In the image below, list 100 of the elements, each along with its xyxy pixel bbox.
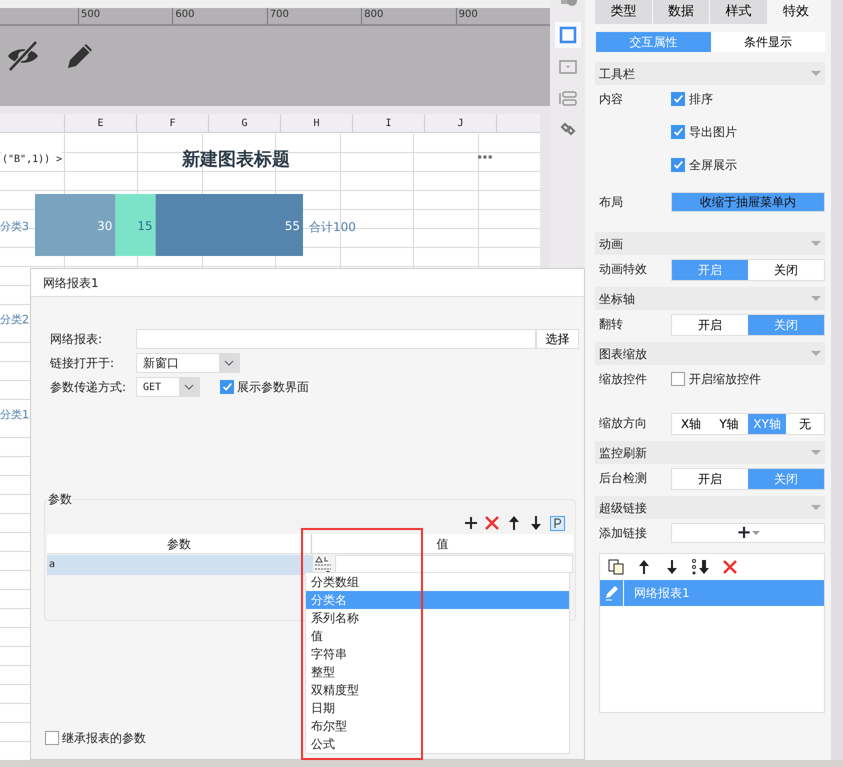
layout-button[interactable]: 收缩于抽屉菜单内 [671,192,825,212]
dropdown-item[interactable]: 双精度型 [306,681,569,699]
section-header[interactable]: 监控刷新 [595,441,825,464]
hidden-eye-icon[interactable] [6,40,40,72]
data-label: 15 [137,219,153,233]
down-arrow-icon[interactable] [664,559,680,575]
collapse-icon[interactable] [811,71,821,76]
dropdown-item[interactable]: 字符串 [306,645,569,663]
axis-label: 分类3 [0,220,29,233]
report-field[interactable] [136,329,536,349]
checkbox[interactable] [671,92,685,106]
caret-icon[interactable] [224,360,234,366]
field-label: 参数传递方式: [50,379,128,396]
choose-button[interactable]: 选择 [536,329,579,349]
move-bottom-icon[interactable] [692,559,710,575]
checkbox-label: 展示参数界面 [237,379,309,396]
ruler-label: 700 [266,8,362,24]
copy-icon[interactable] [608,559,624,575]
column-header[interactable]: E [65,114,137,132]
field-label: 翻转 [598,316,624,333]
tab[interactable]: 条件显示 [710,32,825,52]
checkbox[interactable] [220,380,234,394]
add-icon[interactable] [464,516,478,530]
column-header[interactable]: G [209,114,281,132]
column-header[interactable]: F [137,114,209,132]
dropdown-item[interactable]: 系列名称 [306,609,569,627]
dropdown-item[interactable]: 分类数组 [306,573,569,591]
field-label: 布局 [598,194,624,211]
section-header[interactable]: 超级链接 [595,496,825,519]
up-arrow-icon[interactable] [506,515,522,531]
checkbox-label: 排序 [689,91,713,108]
ruler-label: 500 [78,8,172,24]
tab[interactable]: 数据 [652,0,709,24]
field-label: 动画特效 [598,261,648,278]
dropdown-item[interactable]: 值 [306,627,569,645]
open-select[interactable]: 新窗口 [136,353,240,373]
delete-icon[interactable] [722,559,738,575]
caret-icon[interactable] [184,384,194,390]
delete-icon[interactable] [484,515,500,531]
section-title: 工具栏 [599,66,635,82]
section-header[interactable]: 图表缩放 [595,342,825,365]
section-header[interactable]: 工具栏 [595,62,825,85]
column-header[interactable]: I [353,114,425,132]
ruler-label: 600 [172,8,267,24]
up-arrow-icon[interactable] [636,559,652,575]
section-header[interactable]: 动画 [595,232,825,255]
table-cell[interactable]: a [47,555,313,575]
pencil-icon[interactable] [604,585,620,601]
section-header[interactable]: 坐标轴 [595,287,825,310]
link-name: 网络报表1 [633,585,690,602]
data-label: 55 [284,219,300,233]
caret-icon[interactable] [752,530,760,536]
checkbox[interactable] [45,731,59,745]
field-label: 内容 [598,91,624,108]
field-label: 网络报表: [50,331,104,348]
add-link-button[interactable]: + [671,523,825,543]
checkbox[interactable] [671,125,685,139]
tab[interactable]: 类型 [595,0,652,24]
checkbox-label: 全屏展示 [689,157,737,174]
dialog-title: 网络报表1 [31,269,584,297]
method-select[interactable]: GET [136,377,200,397]
collapse-icon[interactable] [811,505,821,510]
checkbox-label: 继承报表的参数 [62,730,146,747]
column-header: 参数 [47,534,312,553]
column-header[interactable]: H [281,114,353,132]
ruler-label: 800 [361,8,456,24]
field-label: 添加链接 [598,525,648,542]
total-label: 合计100 [309,219,356,236]
dropdown-item[interactable]: 公式 [306,735,569,753]
collapse-icon[interactable] [811,450,821,455]
checkbox-label: 导出图片 [689,124,737,141]
section-title: 动画 [599,236,623,252]
collapse-icon[interactable] [811,296,821,301]
collapse-icon[interactable] [811,351,821,356]
frame-icon[interactable] [558,25,578,45]
field-label: 链接打开于: [50,355,116,372]
chart-title: 新建图表标题 [182,148,290,172]
section-label: 参数 [48,490,72,508]
column-header: 值 [436,536,450,553]
layers-icon[interactable] [558,89,578,109]
collapse-icon[interactable] [811,241,821,246]
section-title: 监控刷新 [599,444,647,462]
tab[interactable]: 样式 [710,0,766,24]
axis-label: 分类1 [0,407,29,423]
dropdown-item[interactable]: 布尔型 [306,717,569,735]
column-header[interactable]: J [425,114,497,132]
field-label: 缩放控件 [598,371,648,388]
checkbox[interactable] [671,372,685,386]
field-label: 后台检测 [598,470,648,487]
parameter-icon[interactable] [550,516,565,530]
value-field[interactable] [335,555,573,573]
axis-label: 分类2 [0,312,29,328]
down-arrow-icon[interactable] [528,515,544,531]
dropdown-item[interactable]: 日期 [306,699,569,717]
more-icon[interactable] [477,155,493,159]
section-title: 超级链接 [599,500,647,516]
section-title: 图表缩放 [599,346,647,362]
data-label: 30 [97,219,112,233]
checkbox[interactable] [671,158,685,172]
dropdown-item[interactable]: 整型 [306,663,569,681]
